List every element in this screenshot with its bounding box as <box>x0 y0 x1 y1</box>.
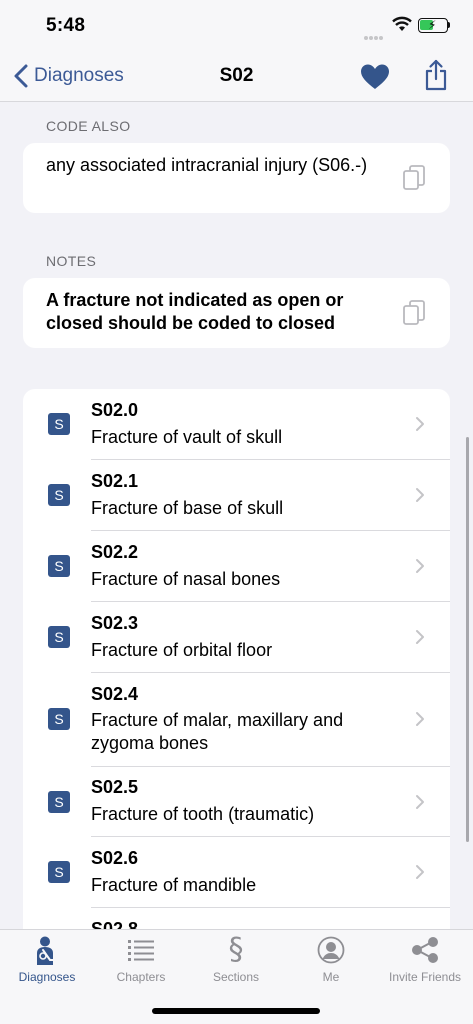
list-item[interactable]: S S02.0 Fracture of vault of skull <box>23 389 450 460</box>
home-indicator <box>152 1008 320 1014</box>
back-button-label: Diagnoses <box>34 65 124 86</box>
item-description: Fracture of malar, maxillary and zygoma … <box>91 710 344 753</box>
tab-label: Diagnoses <box>18 970 76 984</box>
wifi-icon <box>392 16 412 31</box>
item-code: S02.1 <box>91 471 139 491</box>
tab-invite-friends[interactable]: Invite Friends <box>378 930 472 992</box>
scroll-indicator[interactable] <box>466 437 469 842</box>
battery-icon: ⚡ <box>418 18 450 33</box>
chevron-right-icon <box>416 417 424 431</box>
tab-label: Invite Friends <box>388 970 462 984</box>
item-description: Fracture of vault of skull <box>91 427 283 447</box>
list-item[interactable]: S S02.5 Fracture of tooth (traumatic) <box>23 767 450 837</box>
item-code: S02.5 <box>91 777 139 797</box>
list-item[interactable]: S S02.8 <box>23 908 450 929</box>
tab-me[interactable]: Me <box>284 930 378 992</box>
item-code: S02.6 <box>91 848 139 868</box>
chevron-right-icon <box>416 712 424 726</box>
list-item[interactable]: S S02.4 Fracture of malar, maxillary and… <box>23 673 450 767</box>
cellular-signal-icon <box>364 27 386 40</box>
item-code: S02.4 <box>91 684 139 704</box>
list-item[interactable]: S S02.6 Fracture of mandible <box>23 837 450 908</box>
item-code: S02.8 <box>91 919 139 929</box>
share-icon[interactable] <box>424 59 448 91</box>
section-badge: S <box>48 791 70 813</box>
patient-icon <box>37 936 58 965</box>
section-badge: S <box>48 555 70 577</box>
section-badge: S <box>48 861 70 883</box>
notes-card: A fracture not indicated as open or clos… <box>23 278 450 348</box>
item-description: Fracture of orbital floor <box>91 640 273 660</box>
status-time: 5:48 <box>46 15 86 36</box>
back-button[interactable]: Diagnoses <box>12 62 124 90</box>
chevron-right-icon <box>416 488 424 502</box>
tab-diagnoses[interactable]: Diagnoses <box>0 930 94 992</box>
item-code: S02.2 <box>91 542 139 562</box>
code-also-text: any associated intracranial injury (S06.… <box>46 155 368 175</box>
item-description: Fracture of base of skull <box>91 498 284 518</box>
item-description: Fracture of nasal bones <box>91 569 281 589</box>
code-also-card: any associated intracranial injury (S06.… <box>23 143 450 213</box>
section-badge: S <box>48 413 70 435</box>
tab-label: Me <box>322 970 340 984</box>
list-item[interactable]: S S02.1 Fracture of base of skull <box>23 460 450 531</box>
share-nodes-icon <box>412 937 438 963</box>
status-bar: 5:48 ⚡ <box>0 0 473 50</box>
section-badge: S <box>48 708 70 730</box>
user-icon <box>317 936 345 964</box>
chevron-right-icon <box>416 630 424 644</box>
copy-icon[interactable] <box>402 165 426 191</box>
item-code: S02.3 <box>91 613 139 633</box>
chevron-right-icon <box>416 865 424 879</box>
tab-label: Chapters <box>116 970 166 984</box>
notes-header: NOTES <box>46 253 97 269</box>
item-description: Fracture of tooth (traumatic) <box>91 804 315 824</box>
navigation-bar: Diagnoses S02 <box>0 50 473 102</box>
list-item[interactable]: S S02.3 Fracture of orbital floor <box>23 602 450 673</box>
list-icon <box>128 940 154 961</box>
notes-text: A fracture not indicated as open or clos… <box>46 290 344 333</box>
code-also-header: CODE ALSO <box>46 118 131 134</box>
chevron-left-icon <box>14 64 28 88</box>
item-code: S02.0 <box>91 400 139 420</box>
list-item[interactable]: S S02.2 Fracture of nasal bones <box>23 531 450 602</box>
section-sign-icon: § <box>228 932 244 967</box>
copy-icon[interactable] <box>402 300 426 326</box>
tab-sections[interactable]: § Sections <box>189 930 283 992</box>
diagnosis-list: S S02.0 Fracture of vault of skull S S02… <box>23 389 450 929</box>
favorite-heart-icon[interactable] <box>360 63 390 91</box>
section-badge: S <box>48 626 70 648</box>
chevron-right-icon <box>416 559 424 573</box>
chevron-right-icon <box>416 795 424 809</box>
item-description: Fracture of mandible <box>91 875 257 895</box>
tab-label: Sections <box>212 970 260 984</box>
section-badge: S <box>48 484 70 506</box>
tab-chapters[interactable]: Chapters <box>94 930 188 992</box>
